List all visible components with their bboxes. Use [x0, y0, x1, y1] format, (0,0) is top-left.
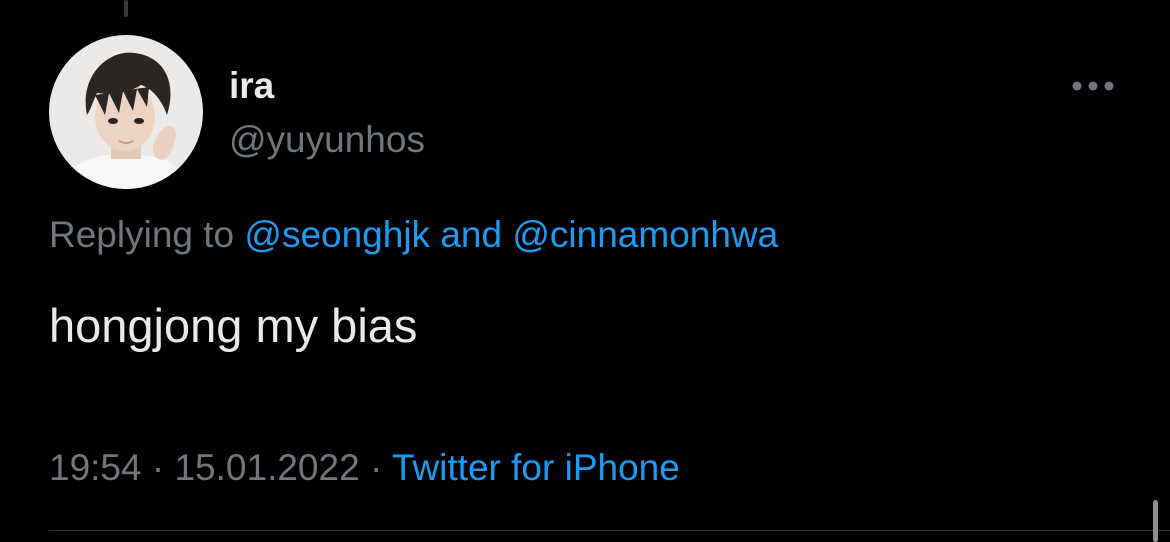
- replying-to-line: Replying to @seonghjk and @cinnamonhwa: [49, 211, 778, 259]
- avatar-image: [49, 35, 203, 189]
- thread-connector-line: [124, 0, 128, 17]
- more-options-button[interactable]: [1068, 70, 1118, 102]
- tweet-time[interactable]: 19:54: [49, 447, 142, 488]
- tweet-metadata: 19:54 · 15.01.2022 · Twitter for iPhone: [49, 444, 680, 492]
- mention-link-seonghjk[interactable]: @seonghjk: [244, 214, 430, 255]
- display-name[interactable]: ira: [229, 64, 274, 108]
- tweet-date[interactable]: 15.01.2022: [174, 447, 359, 488]
- tweet-source-link[interactable]: Twitter for iPhone: [392, 447, 680, 488]
- divider: [49, 530, 1170, 531]
- user-handle[interactable]: @yuyunhos: [229, 118, 425, 162]
- scrollbar[interactable]: [1153, 500, 1158, 542]
- mention-link-cinnamonhwa[interactable]: @cinnamonhwa: [512, 214, 778, 255]
- replying-prefix: Replying to: [49, 214, 235, 255]
- more-horizontal-icon: [1072, 81, 1114, 91]
- tweet-text: hongjong my bias: [49, 299, 418, 352]
- meta-separator: ·: [369, 447, 383, 488]
- avatar[interactable]: [49, 35, 203, 189]
- replying-joiner[interactable]: and: [440, 214, 502, 255]
- meta-separator: ·: [151, 447, 165, 488]
